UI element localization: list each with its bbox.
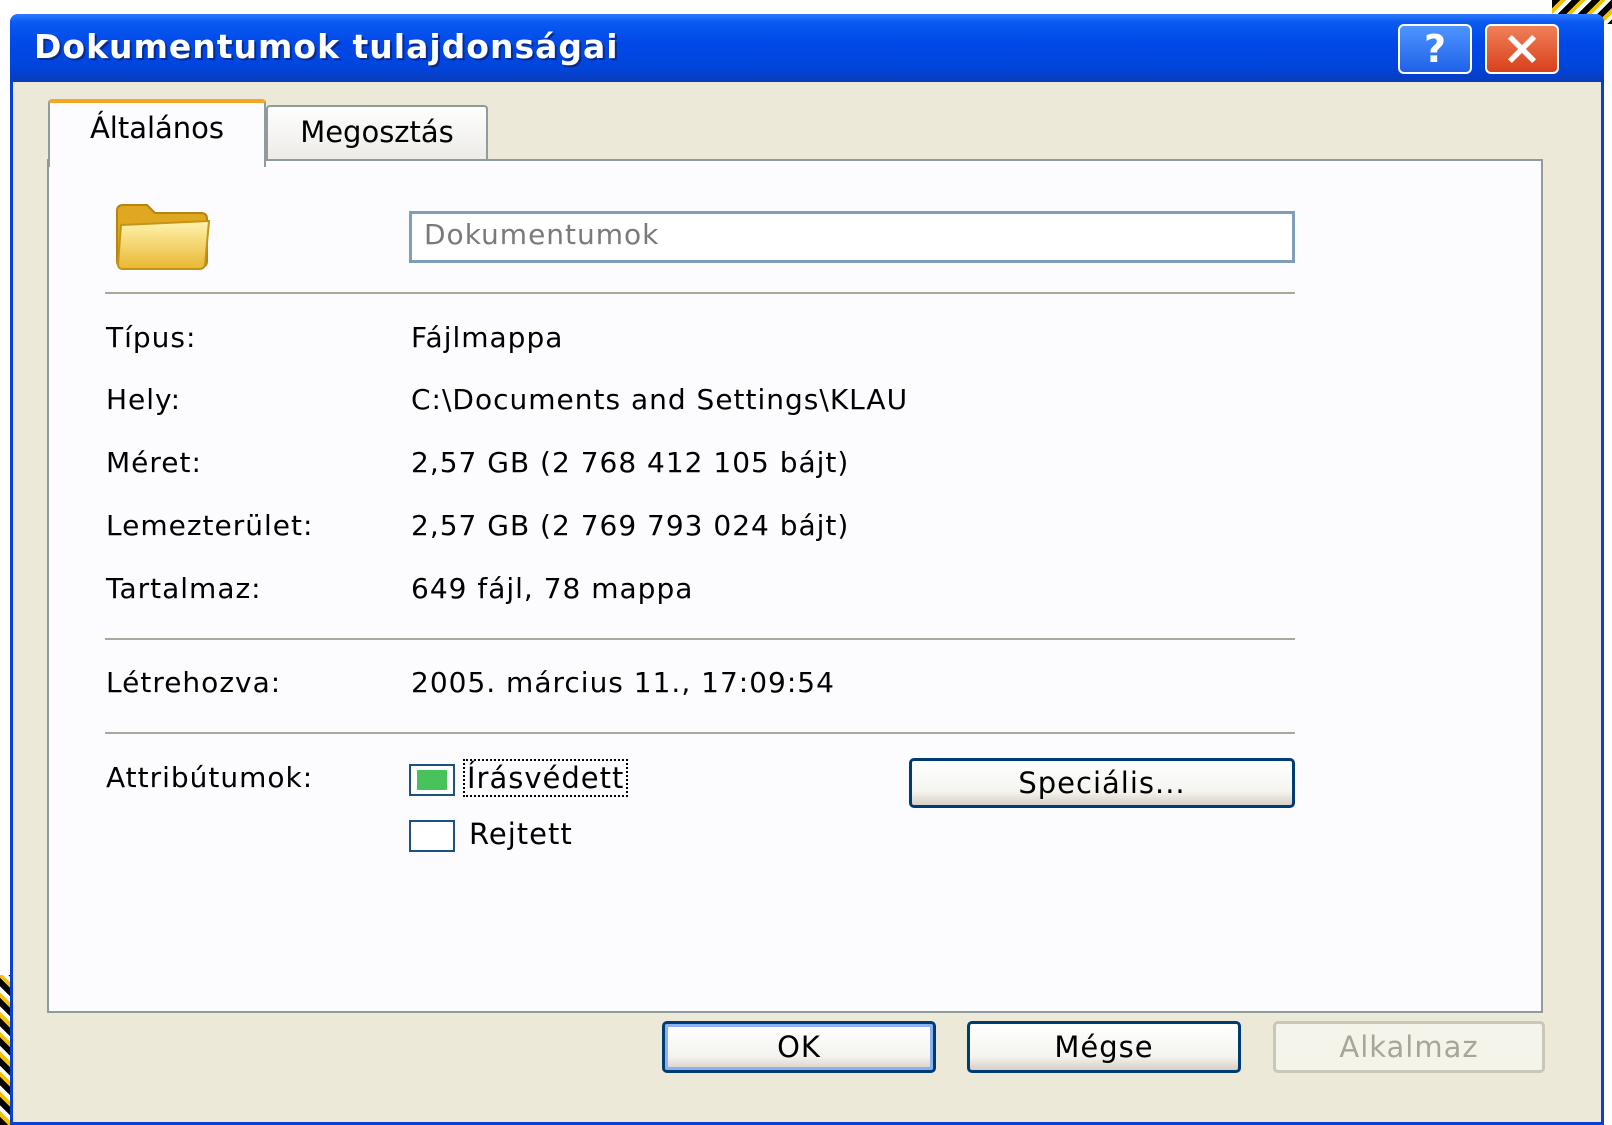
help-icon: ? (1423, 27, 1447, 71)
cancel-button-label: Mégse (1054, 1030, 1154, 1064)
size-label: Méret: (106, 446, 202, 479)
close-button[interactable] (1485, 24, 1559, 74)
apply-button[interactable]: Alkalmaz (1273, 1021, 1545, 1073)
advanced-button[interactable]: Speciális... (909, 758, 1295, 808)
checkbox-mixed-indicator (417, 770, 447, 790)
separator (105, 732, 1295, 734)
advanced-button-label: Speciális... (1018, 766, 1186, 800)
tab-panel-general: Dokumentumok Típus: Fájlmappa Hely: C:\D… (47, 159, 1543, 1013)
readonly-checkbox[interactable] (409, 764, 455, 796)
contains-label: Tartalmaz: (106, 572, 262, 605)
created-label: Létrehozva: (106, 666, 282, 699)
contains-value: 649 fájl, 78 mappa (411, 572, 694, 605)
cancel-button[interactable]: Mégse (967, 1021, 1241, 1073)
created-value: 2005. március 11., 17:09:54 (411, 666, 835, 699)
size-value: 2,57 GB (2 768 412 105 bájt) (411, 446, 850, 479)
disk-size-value: 2,57 GB (2 769 793 024 bájt) (411, 509, 850, 542)
ok-button-label: OK (777, 1030, 821, 1064)
tab-general[interactable]: Általános (48, 99, 266, 167)
disk-size-label: Lemezterület: (106, 509, 314, 542)
hidden-checkbox-label[interactable]: Rejtett (469, 817, 573, 851)
properties-dialog: Dokumentumok tulajdonságai ? Általános M… (10, 14, 1604, 1125)
ok-button[interactable]: OK (662, 1021, 936, 1073)
title-bar[interactable]: Dokumentumok tulajdonságai ? (10, 14, 1604, 82)
help-button[interactable]: ? (1398, 24, 1472, 74)
tab-general-label: Általános (89, 111, 225, 145)
type-value: Fájlmappa (411, 321, 564, 354)
folder-name-field[interactable]: Dokumentumok (409, 211, 1295, 263)
separator (105, 638, 1295, 640)
location-value: C:\Documents and Settings\KLAU (411, 383, 909, 416)
close-icon (1507, 34, 1537, 64)
attributes-label: Attribútumok: (106, 761, 314, 794)
readonly-checkbox-label[interactable]: Írásvédett (463, 759, 629, 797)
type-label: Típus: (106, 321, 197, 354)
tab-sharing[interactable]: Megosztás (266, 105, 488, 161)
apply-button-label: Alkalmaz (1339, 1030, 1479, 1064)
location-label: Hely: (106, 383, 182, 416)
tab-sharing-label: Megosztás (300, 115, 454, 149)
separator (105, 292, 1295, 294)
folder-icon (116, 204, 211, 270)
window-title: Dokumentumok tulajdonságai (34, 27, 619, 66)
hidden-checkbox[interactable] (409, 820, 455, 852)
